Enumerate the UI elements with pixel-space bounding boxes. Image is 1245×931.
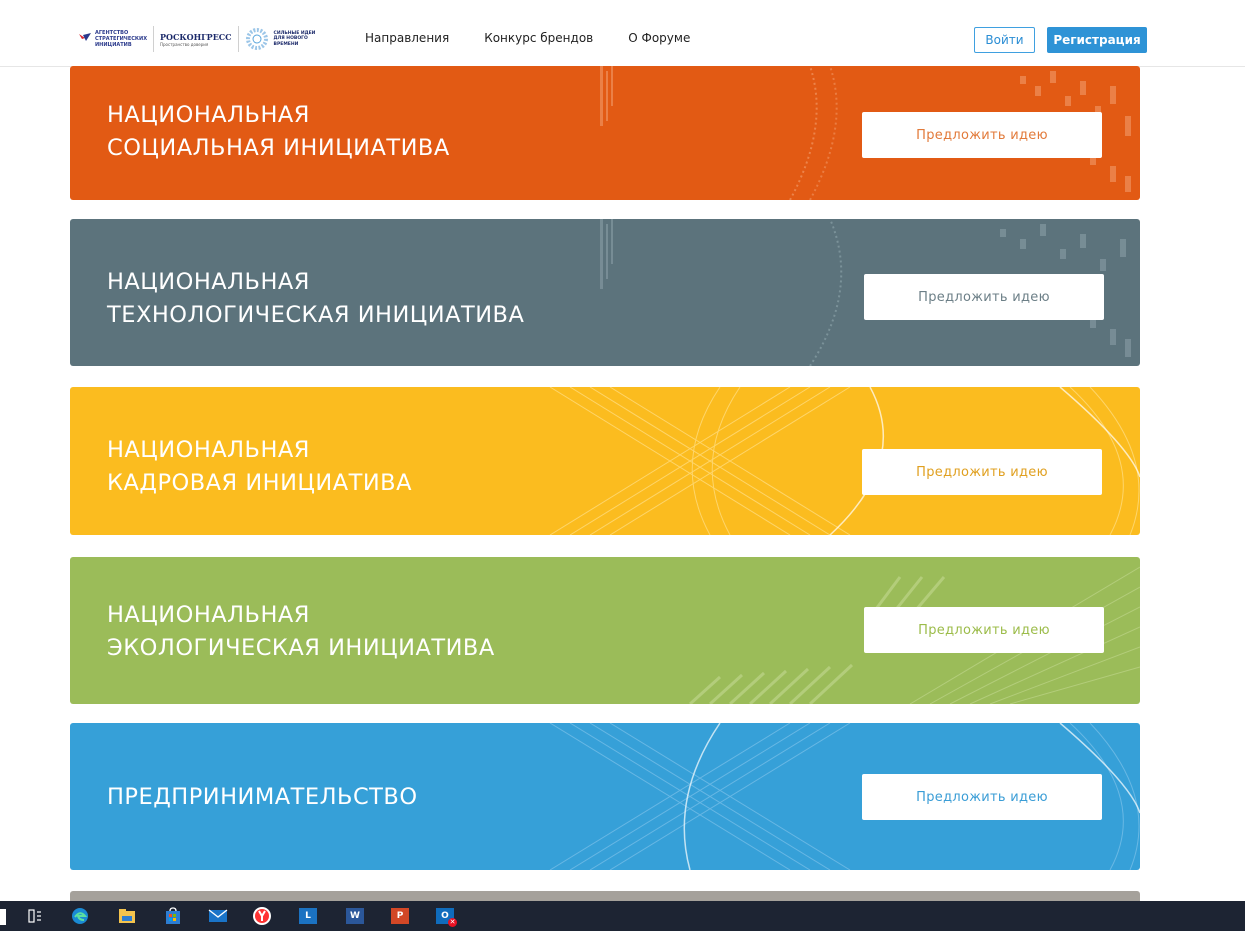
propose-idea-button[interactable]: Предложить идею [862, 774, 1102, 820]
yandex-browser-icon[interactable] [252, 906, 272, 926]
taskbar-left-edge [0, 909, 6, 925]
windows-taskbar: L W P O ✕ [0, 901, 1245, 931]
mail-icon[interactable] [208, 906, 228, 926]
roscongress-logo-text: РОСКОНГРЕСС [160, 31, 232, 42]
banner-title-line1: НАЦИОНАЛЬНАЯ [107, 437, 310, 463]
lync-icon-label: L [299, 908, 317, 924]
word-icon-label: W [346, 908, 364, 924]
nav-link-brand-contest[interactable]: Конкурс брендов [484, 31, 593, 45]
roscongress-logo[interactable]: РОСКОНГРЕСС Пространство доверия [160, 32, 232, 47]
propose-idea-button[interactable]: Предложить идею [864, 607, 1104, 653]
edge-icon[interactable] [70, 906, 90, 926]
propose-idea-button[interactable]: Предложить идею [864, 274, 1104, 320]
store-icon[interactable] [163, 906, 183, 926]
banner-title: НАЦИОНАЛЬНАЯ КАДРОВАЯ ИНИЦИАТИВА [107, 434, 412, 500]
asi-logo[interactable]: АГЕНТСТВО СТРАТЕГИЧЕСКИХ ИНИЦИАТИВ [78, 30, 147, 48]
error-badge-icon: ✕ [448, 918, 457, 927]
banner-entrepreneurship: ПРЕДПРИНИМАТЕЛЬСТВО Предложить идею [70, 723, 1140, 870]
banner-title-line1: НАЦИОНАЛЬНАЯ [107, 602, 310, 628]
banner-ecology-initiative: НАЦИОНАЛЬНАЯ ЭКОЛОГИЧЕСКАЯ ИНИЦИАТИВА Пр… [70, 557, 1140, 704]
word-icon[interactable]: W [345, 906, 365, 926]
logo-divider [153, 26, 154, 52]
propose-idea-button[interactable]: Предложить идею [862, 449, 1102, 495]
login-button[interactable]: Войти [974, 27, 1035, 53]
banner-title: ПРЕДПРИНИМАТЕЛЬСТВО [107, 781, 418, 814]
register-button[interactable]: Регистрация [1047, 27, 1147, 53]
asi-logo-text: АГЕНТСТВО СТРАТЕГИЧЕСКИХ ИНИЦИАТИВ [95, 30, 148, 48]
banner-social-initiative: НАЦИОНАЛЬНАЯ СОЦИАЛЬНАЯ ИНИЦИАТИВА Предл… [70, 66, 1140, 200]
banner-title-line2: ТЕХНОЛОГИЧЕСКАЯ ИНИЦИАТИВА [107, 302, 525, 328]
window-top-strip [0, 0, 1245, 10]
banner-title: НАЦИОНАЛЬНАЯ ТЕХНОЛОГИЧЕСКАЯ ИНИЦИАТИВА [107, 266, 524, 332]
lync-icon[interactable]: L [298, 906, 318, 926]
powerpoint-icon-label: P [391, 908, 409, 924]
propose-idea-button[interactable]: Предложить идею [862, 112, 1102, 158]
main-nav: Направления Конкурс брендов О Форуме [365, 10, 690, 66]
banner-technology-initiative: НАЦИОНАЛЬНАЯ ТЕХНОЛОГИЧЕСКАЯ ИНИЦИАТИВА … [70, 219, 1140, 366]
partner-logos: АГЕНТСТВО СТРАТЕГИЧЕСКИХ ИНИЦИАТИВ РОСКО… [78, 24, 318, 54]
banner-title-line2: ЭКОЛОГИЧЕСКАЯ ИНИЦИАТИВА [107, 635, 495, 661]
asi-mark-icon [79, 33, 91, 41]
file-explorer-icon[interactable] [117, 906, 137, 926]
strong-ideas-ring-icon [245, 28, 268, 50]
banner-title-line1: НАЦИОНАЛЬНАЯ [107, 269, 310, 295]
nav-link-about-forum[interactable]: О Форуме [628, 31, 690, 45]
task-view-icon[interactable] [25, 906, 45, 926]
banner-personnel-initiative: НАЦИОНАЛЬНАЯ КАДРОВАЯ ИНИЦИАТИВА Предлож… [70, 387, 1140, 535]
banner-title-line1: НАЦИОНАЛЬНАЯ [107, 102, 310, 128]
strong-ideas-logo-text: СИЛЬНЫЕ ИДЕИ ДЛЯ НОВОГО ВРЕМЕНИ [273, 30, 316, 47]
banner-title: НАЦИОНАЛЬНАЯ СОЦИАЛЬНАЯ ИНИЦИАТИВА [107, 99, 450, 165]
banner-title: НАЦИОНАЛЬНАЯ ЭКОЛОГИЧЕСКАЯ ИНИЦИАТИВА [107, 599, 495, 665]
banner-title-line2: СОЦИАЛЬНАЯ ИНИЦИАТИВА [107, 135, 450, 161]
banner-title-line2: КАДРОВАЯ ИНИЦИАТИВА [107, 470, 413, 496]
outlook-icon[interactable]: O ✕ [435, 906, 457, 927]
nav-link-directions[interactable]: Направления [365, 31, 449, 45]
logo-divider [237, 26, 239, 52]
roscongress-logo-subtext: Пространство доверия [160, 41, 209, 47]
banner-title-line1: ПРЕДПРИНИМАТЕЛЬСТВО [107, 784, 418, 810]
banner-next-peek [70, 891, 1140, 901]
strong-ideas-logo[interactable]: СИЛЬНЫЕ ИДЕИ ДЛЯ НОВОГО ВРЕМЕНИ [245, 27, 318, 51]
powerpoint-icon[interactable]: P [390, 906, 410, 926]
